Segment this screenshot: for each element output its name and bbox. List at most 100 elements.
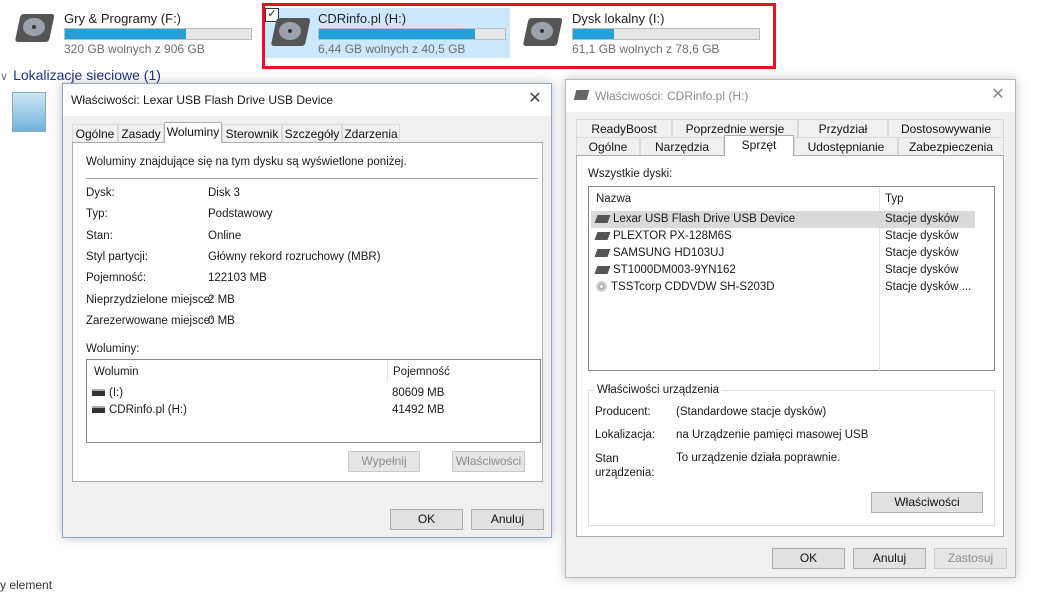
location-value: na Urządzenie pamięci masowej USB (676, 429, 869, 441)
column-divider (387, 360, 388, 382)
type-value: Podstawowy (208, 208, 273, 220)
drive-icon (573, 90, 590, 100)
volume-size: 41492 MB (392, 404, 445, 416)
hard-drive-icon (594, 231, 611, 240)
tab-general[interactable]: Ogólne (576, 137, 640, 156)
tab-hardware[interactable]: Sprzęt (724, 135, 794, 156)
disk-type: Stacje dysków (885, 264, 959, 276)
apply-button[interactable]: Zastosuj (934, 548, 1007, 569)
column-header-volume[interactable]: Wolumin (94, 366, 139, 378)
disk-row[interactable]: PLEXTOR PX-128M6S Stacje dysków (591, 228, 975, 245)
title-bar: Właściwości: CDRinfo.pl (H:) ✕ (566, 80, 1015, 112)
tab-security[interactable]: Zabezpieczenia (898, 137, 1004, 156)
dialog-title: Właściwości: CDRinfo.pl (H:) (595, 89, 749, 103)
unallocated-value: 2 MB (208, 294, 235, 306)
disk-label: Dysk: (86, 187, 115, 199)
capacity-bar (64, 28, 252, 40)
manufacturer-label: Producent: (595, 406, 651, 418)
disk-type: Stacje dysków (885, 247, 959, 259)
network-section-label: Lokalizacje sieciowe (1) (13, 67, 161, 83)
tab-sharing[interactable]: Udostępnianie (794, 137, 898, 156)
close-icon[interactable]: ✕ (986, 84, 1010, 106)
disk-type: Stacje dysków (885, 213, 959, 225)
drive-icon (92, 389, 105, 397)
disk-list[interactable]: Nazwa Typ Lexar USB Flash Drive USB Devi… (588, 186, 995, 372)
disk-value: Disk 3 (208, 187, 240, 199)
ok-button[interactable]: OK (390, 509, 463, 530)
drive-icon (92, 406, 105, 414)
disk-row[interactable]: TSSTcorp CDDVDW SH-S203D Stacje dysków .… (591, 279, 975, 296)
disk-row[interactable]: ST1000DM003-9YN162 Stacje dysków (591, 262, 975, 279)
disk-name: PLEXTOR PX-128M6S (613, 230, 732, 242)
capacity-label: Pojemność: (86, 272, 147, 284)
volume-size: 80609 MB (392, 387, 445, 399)
volume-list[interactable]: Wolumin Pojemność (I:) 80609 MB CDRinfo.… (86, 359, 541, 443)
network-section-header[interactable]: ∨ Lokalizacje sieciowe (1) (0, 67, 161, 83)
separator (86, 178, 538, 179)
disk-type: Stacje dysków ... (885, 281, 972, 293)
manufacturer-value: (Standardowe stacje dysków) (676, 406, 827, 418)
tab-readyboost[interactable]: ReadyBoost (576, 119, 672, 138)
populate-button[interactable]: Wypełnij (348, 451, 420, 472)
volume-name: CDRinfo.pl (H:) (109, 404, 187, 416)
tab-policies[interactable]: Zasady (118, 124, 164, 143)
tab-details[interactable]: Szczegóły (282, 124, 342, 143)
disk-row[interactable]: SAMSUNG HD103UJ Stacje dysków (591, 245, 975, 262)
free-space-text: 320 GB wolnych z 906 GB (64, 42, 205, 56)
drive-tile-i[interactable]: Dysk lokalny (I:) 61,1 GB wolnych z 78,6… (518, 8, 768, 58)
drive-tile-h[interactable]: ✓ CDRinfo.pl (H:) 6,44 GB wolnych z 40,5… (265, 8, 510, 58)
tab-general[interactable]: Ogólne (72, 124, 118, 143)
device-status-label: Stan urządzenia: (595, 453, 655, 479)
volumes-panel: Woluminy znajdujące się na tym dysku są … (72, 142, 543, 482)
volumes-label: Woluminy: (86, 343, 140, 355)
status-bar-text: y element (0, 578, 53, 592)
all-disks-label: Wszystkie dyski: (588, 168, 673, 180)
hard-drive-icon (594, 265, 611, 274)
dialog-title: Właściwości: Lexar USB Flash Drive USB D… (71, 93, 334, 107)
tab-events[interactable]: Zdarzenia (342, 124, 400, 143)
hard-drive-icon (523, 18, 562, 46)
device-properties-group-label: Właściwości urządzenia (594, 384, 723, 396)
volume-row[interactable]: CDRinfo.pl (H:) 41492 MB (92, 402, 532, 419)
cancel-button[interactable]: Anuluj (471, 509, 544, 530)
close-icon[interactable]: ✕ (523, 88, 547, 110)
column-header-type[interactable]: Typ (885, 193, 904, 205)
drive-tile-f[interactable]: Gry & Programy (F:) 320 GB wolnych z 906… (8, 8, 258, 58)
drive-properties-dialog: Właściwości: CDRinfo.pl (H:) ✕ ReadyBoos… (565, 79, 1016, 578)
unallocated-label: Nieprzydzielone miejsce: (86, 294, 214, 306)
device-properties-dialog: Właściwości: Lexar USB Flash Drive USB D… (62, 83, 552, 538)
status-label: Stan: (86, 230, 113, 242)
tab-quota[interactable]: Przydział (798, 119, 888, 138)
drive-name: Dysk lokalny (I:) (572, 11, 665, 26)
network-location-icon[interactable] (12, 92, 46, 132)
usb-drive-icon (594, 214, 611, 223)
disk-type: Stacje dysków (885, 230, 959, 242)
partition-style-value: Główny rekord rozruchowy (MBR) (208, 251, 381, 263)
partition-style-label: Styl partycji: (86, 251, 148, 263)
device-properties-button[interactable]: Właściwości (871, 492, 983, 513)
hard-drive-icon (271, 18, 310, 46)
volume-row[interactable]: (I:) 80609 MB (92, 385, 532, 402)
tab-driver[interactable]: Sterownik (222, 124, 282, 143)
tab-volumes[interactable]: Woluminy (164, 122, 222, 143)
title-bar: Właściwości: Lexar USB Flash Drive USB D… (63, 84, 551, 116)
disk-name: SAMSUNG HD103UJ (613, 247, 725, 259)
disk-row[interactable]: Lexar USB Flash Drive USB Device Stacje … (591, 211, 975, 228)
column-header-name[interactable]: Nazwa (596, 193, 631, 205)
optical-drive-icon (596, 281, 607, 293)
reserved-value: 0 MB (208, 315, 235, 327)
tab-customize[interactable]: Dostosowywanie (888, 119, 1004, 138)
cancel-button[interactable]: Anuluj (853, 548, 926, 569)
ok-button[interactable]: OK (772, 548, 845, 569)
column-header-capacity[interactable]: Pojemność (393, 366, 450, 378)
capacity-value: 122103 MB (208, 272, 267, 284)
hard-drive-icon (594, 248, 611, 257)
disk-name: ST1000DM003-9YN162 (613, 264, 736, 276)
hard-drive-icon (15, 14, 54, 42)
chevron-down-icon: ∨ (0, 71, 9, 83)
tab-tools[interactable]: Narzędzia (640, 137, 724, 156)
volume-name: (I:) (109, 387, 124, 399)
location-label: Lokalizacja: (595, 429, 656, 441)
status-value: Online (208, 230, 242, 242)
volume-properties-button[interactable]: Właściwości (452, 451, 525, 472)
